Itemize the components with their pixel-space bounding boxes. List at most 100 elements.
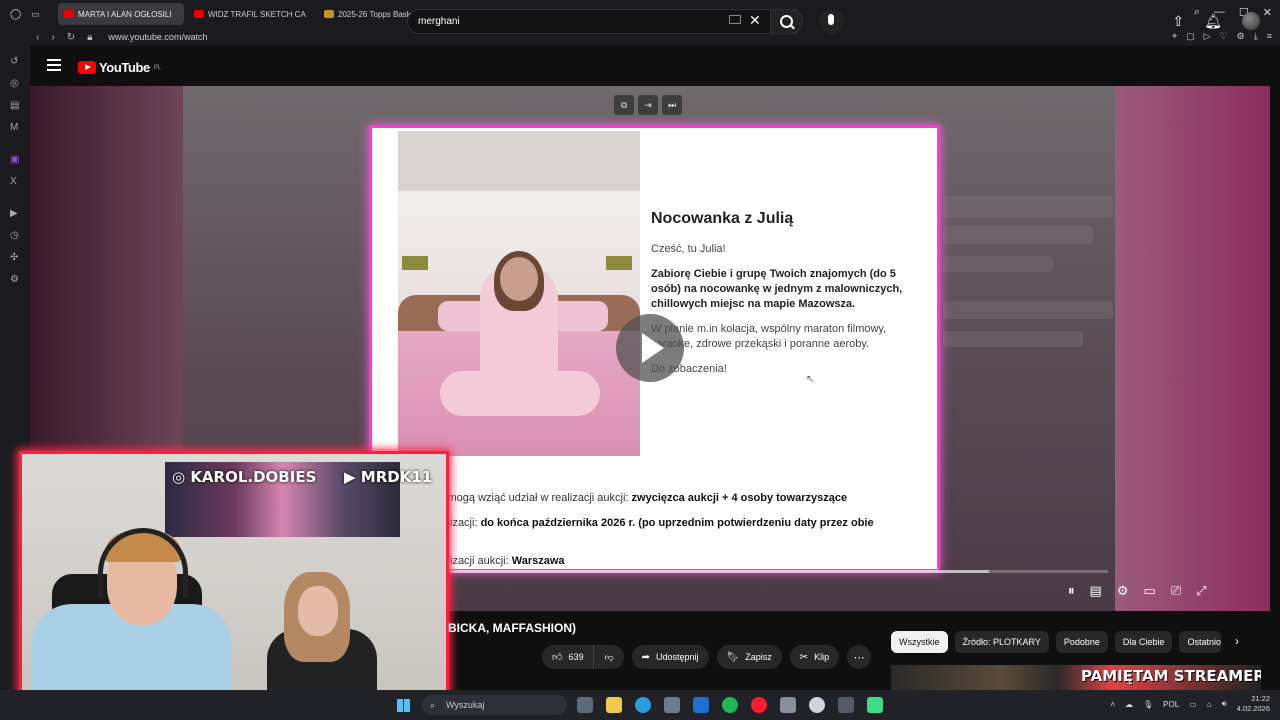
chevron-right-icon[interactable]: › [1235, 634, 1239, 648]
clock-icon[interactable]: ◷ [10, 230, 19, 241]
opera-menu-icon[interactable]: ◯ [10, 9, 21, 20]
topps-icon [324, 10, 334, 18]
skip-next-icon[interactable]: ⏭ [662, 95, 682, 115]
forward-button[interactable]: › [51, 32, 54, 43]
keyboard-icon[interactable] [729, 15, 741, 24]
menu-icon[interactable]: ≡ [1267, 31, 1272, 42]
hamburger-menu-icon[interactable] [47, 59, 61, 71]
line-bold: zwycięzca aukcji + 4 osoby towarzyszące [631, 492, 848, 504]
player-icon[interactable]: ▷ [1204, 31, 1211, 42]
download-icon[interactable]: ⤓ [1254, 31, 1258, 42]
lock-icon: 🔒︎ [87, 31, 93, 43]
blurred-text [943, 226, 1093, 244]
voice-search-button[interactable] [819, 9, 844, 34]
chip-for-you[interactable]: Dla Ciebie [1114, 631, 1173, 653]
notifications-bell-icon[interactable]: 🔔︎ [1204, 13, 1222, 30]
extensions-icon[interactable]: ⚙ [1237, 31, 1245, 42]
close-window-button[interactable]: ✕ [1263, 6, 1272, 19]
settings-icon[interactable]: ⚙ [10, 274, 19, 285]
play-button[interactable] [616, 314, 684, 382]
instagram-handle-text: KAROL.DOBIES [190, 468, 317, 486]
chip-similar[interactable]: Podobne [1055, 631, 1108, 653]
file-explorer-icon[interactable] [606, 697, 622, 713]
task-view-icon[interactable] [577, 697, 593, 713]
onedrive-icon[interactable]: ☁ [1125, 700, 1133, 709]
tab-1[interactable]: MARTA I ALAN OGŁOSILI [58, 3, 184, 25]
blurred-text [943, 331, 1083, 347]
miniplayer-icon[interactable]: ▭ [1143, 583, 1155, 599]
upload-icon[interactable]: ⇧ [1172, 13, 1184, 30]
microphone-icon[interactable]: 🎙︎ [1143, 700, 1153, 709]
workspaces-icon[interactable]: ▭ [31, 9, 40, 20]
taskbar-search[interactable]: Wyszukaj [422, 695, 567, 715]
twitch-icon[interactable]: ▣ [10, 154, 19, 165]
search-button[interactable] [770, 9, 803, 34]
reload-button[interactable]: ↻ [67, 32, 75, 43]
settings-gear-icon[interactable]: ⚙ [1117, 583, 1129, 599]
autoplay-toggle-icon[interactable]: ⏸ [1068, 583, 1075, 599]
windows-taskbar: Wyszukaj ˄ ☁ 🎙︎ POL ▭ ⌂ 🔊︎ 21:224.02.202… [0, 690, 1280, 720]
nav-buttons: ‹ › ↻ 🔒︎ [0, 32, 92, 43]
blurred-text [943, 256, 1053, 272]
app-icon[interactable] [867, 697, 883, 713]
region-code: PL [153, 64, 161, 71]
save-button[interactable]: 🔖︎ Zapisz [716, 645, 782, 669]
x-icon[interactable]: X [10, 176, 17, 187]
logitech-icon[interactable] [838, 697, 854, 713]
avatar[interactable] [1242, 12, 1260, 30]
more-options-icon[interactable]: ⋯ [847, 645, 872, 669]
edge-icon[interactable] [635, 697, 651, 713]
youtube-logo[interactable]: YouTube PL [78, 60, 161, 75]
windows-start-icon[interactable] [397, 699, 410, 712]
volume-icon[interactable]: 🔊︎ [1222, 699, 1227, 709]
thumbs-down-icon: 👎︎ [604, 651, 614, 662]
settings-app-icon[interactable] [780, 697, 796, 713]
mouse-cursor-icon: ↖ [806, 374, 815, 385]
chevron-up-icon[interactable]: ˄ [1110, 700, 1115, 709]
blurred-text [943, 301, 1113, 319]
m-app-icon[interactable]: M [10, 122, 18, 133]
heart-icon[interactable]: ♡ [1220, 31, 1228, 42]
share-icon: ➦ [641, 651, 651, 663]
messenger-icon[interactable]: ◎ [10, 78, 19, 89]
tab-2[interactable]: WIDZ TRAFIL SKETCH CA [188, 3, 314, 25]
pin-icon[interactable]: ⌖ [1172, 31, 1177, 42]
wallet-icon[interactable]: ▤ [10, 100, 19, 111]
clear-search-icon[interactable]: ✕ [749, 12, 761, 29]
network-icon[interactable]: ⌂ [1207, 700, 1212, 709]
like-button[interactable]: 👍︎ 639 [542, 645, 595, 669]
subtitles-icon[interactable]: ▤ [1090, 583, 1102, 599]
play-icon[interactable]: ▶ [10, 208, 18, 219]
header-actions: ⇧ 🔔︎ [1172, 12, 1260, 30]
clock[interactable]: 21:22 4.02.2026 [1237, 694, 1270, 714]
mail-icon[interactable] [693, 697, 709, 713]
spotify-icon[interactable] [722, 697, 738, 713]
recommended-thumbnail[interactable]: PAMIĘTAM STREAMER [891, 665, 1261, 690]
bookmark-icon: 🔖︎ [726, 651, 740, 663]
chip-all[interactable]: Wszystkie [891, 631, 948, 653]
pip-controls: ⧉ ⇥ ⏭ [614, 95, 682, 115]
progress-fill [448, 570, 990, 573]
dislike-button[interactable]: 👎︎ [594, 645, 623, 669]
clip-button[interactable]: ✂ Klip [789, 645, 840, 669]
opera-icon[interactable] [751, 697, 767, 713]
display-icon[interactable]: ▭ [1189, 700, 1197, 709]
exit-icon[interactable]: ⇥ [638, 95, 658, 115]
obs-icon[interactable] [809, 697, 825, 713]
back-button[interactable]: ‹ [36, 32, 39, 43]
chip-source[interactable]: Źródło: PLOTKARY [954, 631, 1049, 653]
card-closing: Do zobaczenia! [651, 363, 727, 375]
share-button[interactable]: ➦ Udostępnij [631, 645, 709, 669]
progress-bar[interactable] [448, 570, 1108, 573]
url-field[interactable]: www.youtube.com/watch [108, 32, 207, 42]
language-indicator[interactable]: POL [1163, 700, 1179, 709]
fullscreen-icon[interactable]: ⤢ [1196, 583, 1206, 599]
history-icon[interactable]: ↺ [10, 56, 18, 67]
puzzle-icon[interactable]: ✣ [10, 252, 18, 263]
store-icon[interactable] [664, 697, 680, 713]
chip-recent[interactable]: Ostatnio [1179, 631, 1222, 653]
line-bold: do końca października 2026 r. (po uprzed… [480, 517, 874, 529]
pop-out-icon[interactable]: ⧉ [614, 95, 634, 115]
snapshot-icon[interactable]: ▢ [1186, 31, 1195, 42]
cast-icon[interactable]: ⎚ [1171, 583, 1181, 599]
